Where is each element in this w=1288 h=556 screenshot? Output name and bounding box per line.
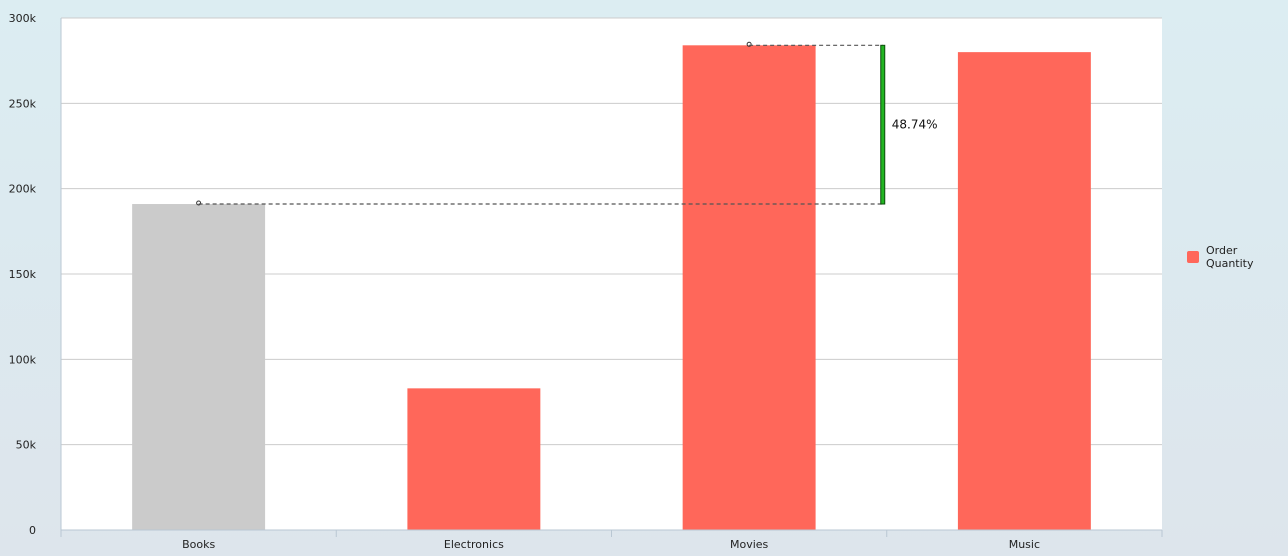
y-tick-label: 0 — [29, 524, 36, 537]
bar-music[interactable] — [957, 52, 1091, 531]
y-axis: 0 50k 100k 150k 200k 250k 300k — [9, 12, 62, 537]
legend-label: Order Quantity — [1205, 244, 1254, 270]
legend[interactable]: Order Quantity — [1187, 244, 1288, 270]
y-tick-label: 50k — [16, 439, 37, 452]
bar-movies[interactable] — [682, 45, 816, 530]
annotation-bracket — [880, 44, 886, 205]
x-axis: Books Electronics Movies Music — [60, 529, 1163, 551]
legend-swatch — [1187, 251, 1199, 263]
bar-books[interactable] — [132, 204, 266, 530]
y-tick-label: 100k — [9, 353, 37, 366]
x-tick-label: Electronics — [444, 538, 504, 551]
y-tick-label: 250k — [9, 97, 37, 110]
x-tick-label: Music — [1009, 538, 1040, 551]
annotation-label: 48.74% — [892, 118, 938, 132]
bar-chart: 0 50k 100k 150k 200k 250k 300k Books Electronic… — [9, 12, 1163, 551]
y-tick-label: 200k — [9, 183, 37, 196]
x-tick-label: Books — [182, 538, 215, 551]
x-tick-label: Movies — [730, 538, 769, 551]
y-tick-label: 150k — [9, 268, 37, 281]
y-tick-label: 300k — [9, 12, 37, 25]
bar-electronics[interactable] — [407, 388, 541, 530]
